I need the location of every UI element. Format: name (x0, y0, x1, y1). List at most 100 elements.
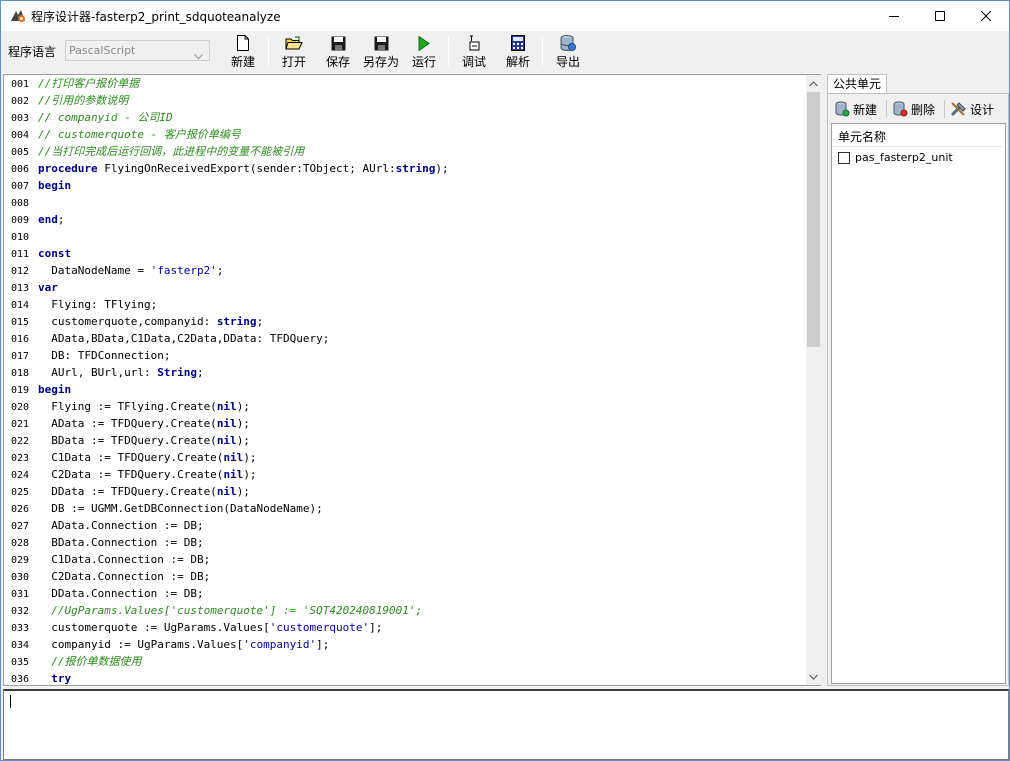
code-text: C1Data := TFDQuery.Create(nil); (38, 451, 257, 464)
code-line[interactable]: 014 Flying: TFlying; (4, 296, 804, 313)
code-lines[interactable]: 001 //打印客户报价单据 002 //引用的参数说明 003 // companyid… (4, 75, 804, 685)
scroll-down-arrow-icon[interactable] (806, 668, 821, 685)
line-number: 032 (11, 606, 30, 617)
line-number: 027 (11, 521, 30, 532)
unit-checkbox[interactable] (838, 151, 850, 164)
code-line[interactable]: 010 (4, 228, 804, 245)
code-text: companyid := UgParams.Values['companyid'… (38, 638, 330, 651)
minimize-button[interactable] (871, 1, 917, 31)
code-line[interactable]: 034 companyid := UgParams.Values['compan… (4, 636, 804, 653)
code-line[interactable]: 025 DData := TFDQuery.Create(nil); (4, 483, 804, 500)
line-number: 026 (11, 504, 30, 515)
run-button-label: 运行 (412, 55, 437, 69)
code-line[interactable]: 012 DataNodeName = 'fasterp2'; (4, 262, 804, 279)
code-line[interactable]: 016 AData,BData,C1Data,C2Data,DData: TFD… (4, 330, 804, 347)
toolbar-separator (542, 36, 543, 66)
line-number: 004 (11, 130, 30, 141)
debug-cursor-icon (464, 34, 484, 52)
language-select[interactable]: PascalScript (65, 40, 210, 61)
code-text: begin (38, 179, 72, 192)
output-panel[interactable] (3, 689, 1009, 760)
unit-new-button[interactable]: 新建 (834, 98, 877, 120)
code-text: // companyid - 公司ID (38, 111, 173, 124)
debug-button[interactable]: 调试 (462, 34, 486, 70)
save-as-button[interactable]: 另存为 (363, 34, 399, 70)
save-disk-icon (328, 34, 348, 52)
line-number: 012 (11, 266, 30, 277)
scroll-up-arrow-icon[interactable] (806, 75, 821, 92)
code-line[interactable]: 009 end; (4, 211, 804, 228)
code-line[interactable]: 031 DData.Connection := DB; (4, 585, 804, 602)
code-line[interactable]: 001 //打印客户报价单据 (4, 75, 804, 92)
panel-toolbar-separator (886, 100, 887, 118)
toolbar: 程序语言 PascalScript 新建 打开 保存 另存为 运行 调试 解析 … (1, 31, 1009, 71)
code-line[interactable]: 017 DB: TFDConnection; (4, 347, 804, 364)
code-text: DB: TFDConnection; (38, 349, 171, 362)
line-number: 035 (11, 657, 30, 668)
code-line[interactable]: 002 //引用的参数说明 (4, 92, 804, 109)
code-text: Flying := TFlying.Create(nil); (38, 400, 250, 413)
code-line[interactable]: 027 AData.Connection := DB; (4, 517, 804, 534)
common-units-body: 新建 删除 设计 单元名称 pas_fasterp2_unit (827, 93, 1009, 686)
save-as-button-label: 另存为 (363, 55, 400, 69)
line-number: 025 (11, 487, 30, 498)
line-number: 033 (11, 623, 30, 634)
line-number: 009 (11, 215, 30, 226)
code-line[interactable]: 005 //当打印完成后运行回调，此进程中的变量不能被引用 (4, 143, 804, 160)
line-number: 028 (11, 538, 30, 549)
unit-design-button[interactable]: 设计 (950, 98, 994, 120)
code-line[interactable]: 021 AData := TFDQuery.Create(nil); (4, 415, 804, 432)
save-button[interactable]: 保存 (326, 34, 350, 70)
code-line[interactable]: 019 begin (4, 381, 804, 398)
export-button[interactable]: 导出 (556, 34, 580, 70)
code-line[interactable]: 006 procedure FlyingOnReceivedExport(send… (4, 160, 804, 177)
code-line[interactable]: 026 DB := UGMM.GetDBConnection(DataNodeN… (4, 500, 804, 517)
code-line[interactable]: 035 //报价单数据使用 (4, 653, 804, 670)
code-line[interactable]: 015 customerquote,companyid: string; (4, 313, 804, 330)
code-line[interactable]: 007 begin (4, 177, 804, 194)
list-item[interactable]: pas_fasterp2_unit (838, 151, 953, 164)
code-line[interactable]: 011 const (4, 245, 804, 262)
open-button[interactable]: 打开 (282, 34, 306, 70)
line-number: 031 (11, 589, 30, 600)
design-tools-icon (950, 101, 967, 117)
save-button-label: 保存 (326, 55, 351, 69)
code-text: //报价单数据使用 (51, 655, 142, 668)
code-line[interactable]: 029 C1Data.Connection := DB; (4, 551, 804, 568)
code-line[interactable]: 018 AUrl, BUrl,url: String; (4, 364, 804, 381)
code-line[interactable]: 028 BData.Connection := DB; (4, 534, 804, 551)
tab-common-units[interactable]: 公共单元 (827, 74, 887, 94)
code-line[interactable]: 008 (4, 194, 804, 211)
code-line[interactable]: 022 BData := TFDQuery.Create(nil); (4, 432, 804, 449)
code-line[interactable]: 023 C1Data := TFDQuery.Create(nil); (4, 449, 804, 466)
code-editor[interactable]: 001 //打印客户报价单据 002 //引用的参数说明 003 // companyid… (3, 74, 821, 686)
code-text: //UgParams.Values['customerquote'] := 'S… (51, 604, 423, 617)
common-units-panel: 公共单元 新建 删除 设计 单元名称 pas_fasterp2_unit (827, 74, 1009, 686)
code-line[interactable]: 030 C2Data.Connection := DB; (4, 568, 804, 585)
code-line[interactable]: 036 try (4, 670, 804, 685)
line-number: 019 (11, 385, 30, 396)
code-line[interactable]: 032 //UgParams.Values['customerquote'] :… (4, 602, 804, 619)
new-button[interactable]: 新建 (231, 34, 255, 70)
line-number: 024 (11, 470, 30, 481)
scrollbar-thumb[interactable] (807, 92, 820, 347)
code-line[interactable]: 003 // companyid - 公司ID (4, 109, 804, 126)
maximize-button[interactable] (917, 1, 963, 31)
run-button[interactable]: 运行 (412, 34, 436, 70)
code-line[interactable]: 024 C2Data := TFDQuery.Create(nil); (4, 466, 804, 483)
editor-vertical-scrollbar[interactable] (806, 75, 821, 685)
debug-button-label: 调试 (462, 55, 487, 69)
code-line[interactable]: 013 var (4, 279, 804, 296)
line-number: 001 (11, 79, 30, 90)
code-line[interactable]: 033 customerquote := UgParams.Values['cu… (4, 619, 804, 636)
unit-delete-label: 删除 (911, 102, 936, 117)
code-text: DData := TFDQuery.Create(nil); (38, 485, 250, 498)
unit-list: 单元名称 pas_fasterp2_unit (831, 123, 1006, 684)
close-button[interactable] (963, 1, 1009, 31)
code-line[interactable]: 004 // customerquote - 客户报价单编号 (4, 126, 804, 143)
code-text: C2Data := TFDQuery.Create(nil); (38, 468, 257, 481)
code-text: end; (38, 213, 65, 226)
code-line[interactable]: 020 Flying := TFlying.Create(nil); (4, 398, 804, 415)
unit-delete-button[interactable]: 删除 (892, 98, 935, 120)
parse-button[interactable]: 解析 (506, 34, 530, 70)
